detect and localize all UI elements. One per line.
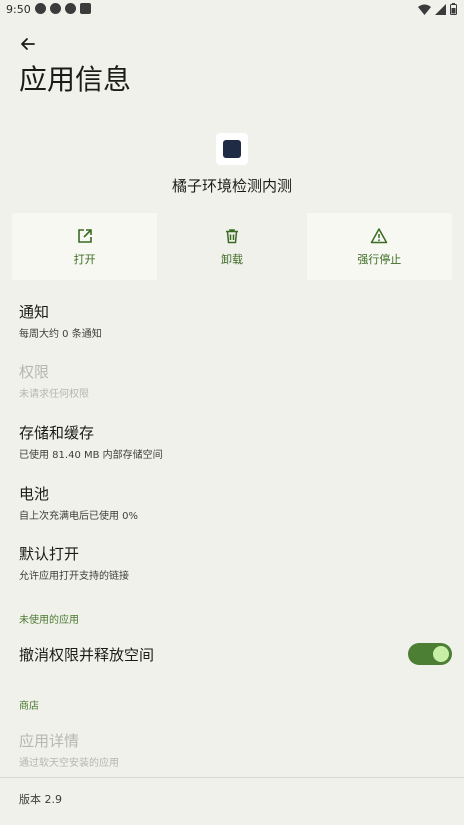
action-buttons: 打开 卸载 强行停止 (12, 213, 452, 280)
open-external-icon (77, 228, 92, 243)
wifi-icon (418, 4, 431, 15)
version-text: 版本 2.9 (19, 793, 62, 806)
store-section-label: 商店 (19, 701, 39, 712)
battery-item[interactable]: 电池 自上次充满电后已使用 0% (19, 483, 439, 522)
back-button[interactable] (18, 34, 38, 54)
revoke-permissions-item[interactable]: 撤消权限并释放空间 (19, 644, 439, 665)
app-icon-graphic (223, 140, 241, 158)
revoke-permissions-toggle[interactable] (408, 643, 452, 665)
signal-icon (435, 3, 446, 15)
notifications-subtitle: 每周大约 0 条通知 (19, 329, 102, 340)
open-by-default-subtitle: 允许应用打开支持的链接 (19, 571, 129, 582)
storage-item[interactable]: 存储和缓存 已使用 81.40 MB 内部存储空间 (19, 422, 439, 461)
status-time: 9:50 (6, 3, 31, 16)
toggle-knob (433, 646, 449, 662)
force-stop-button[interactable]: 强行停止 (306, 213, 452, 280)
uninstall-button[interactable]: 卸载 (159, 213, 305, 280)
battery-title: 电池 (19, 485, 50, 503)
app-name: 橘子环境检测内测 (171, 177, 292, 195)
notification-icon (35, 3, 46, 14)
app-icon (216, 133, 248, 165)
permissions-subtitle: 未请求任何权限 (19, 389, 89, 400)
app-details-title: 应用详情 (19, 732, 80, 750)
unused-apps-section-label: 未使用的应用 (19, 615, 79, 626)
app-details-item: 应用详情 通过软天空安装的应用 (19, 730, 439, 769)
app-details-subtitle: 通过软天空安装的应用 (19, 758, 119, 769)
notifications-item[interactable]: 通知 每周大约 0 条通知 (19, 301, 439, 340)
battery-subtitle: 自上次充满电后已使用 0% (19, 511, 139, 522)
notifications-title: 通知 (19, 303, 50, 321)
telegram-icon (65, 3, 76, 14)
open-by-default-title: 默认打开 (19, 545, 80, 563)
revoke-permissions-title: 撤消权限并释放空间 (19, 646, 155, 664)
android-icon (80, 3, 91, 14)
status-left-icons (35, 3, 91, 14)
storage-subtitle: 已使用 81.40 MB 内部存储空间 (19, 450, 163, 461)
trash-icon (225, 228, 238, 243)
permissions-title: 权限 (19, 363, 50, 381)
force-stop-button-label: 强行停止 (357, 252, 402, 266)
storage-title: 存储和缓存 (19, 424, 95, 442)
status-bar: 9:50 (0, 0, 464, 20)
arrow-back-icon (21, 38, 35, 50)
permissions-item: 权限 未请求任何权限 (19, 361, 439, 400)
telegram-icon (50, 3, 61, 14)
page-title: 应用信息 (19, 63, 132, 96)
open-button[interactable]: 打开 (12, 213, 158, 280)
warning-icon (371, 227, 388, 243)
status-right-icons (418, 3, 457, 15)
battery-icon (450, 3, 457, 15)
open-by-default-item[interactable]: 默认打开 允许应用打开支持的链接 (19, 543, 439, 582)
uninstall-button-label: 卸载 (220, 252, 243, 266)
footer-divider (0, 777, 464, 778)
open-button-label: 打开 (73, 252, 96, 266)
